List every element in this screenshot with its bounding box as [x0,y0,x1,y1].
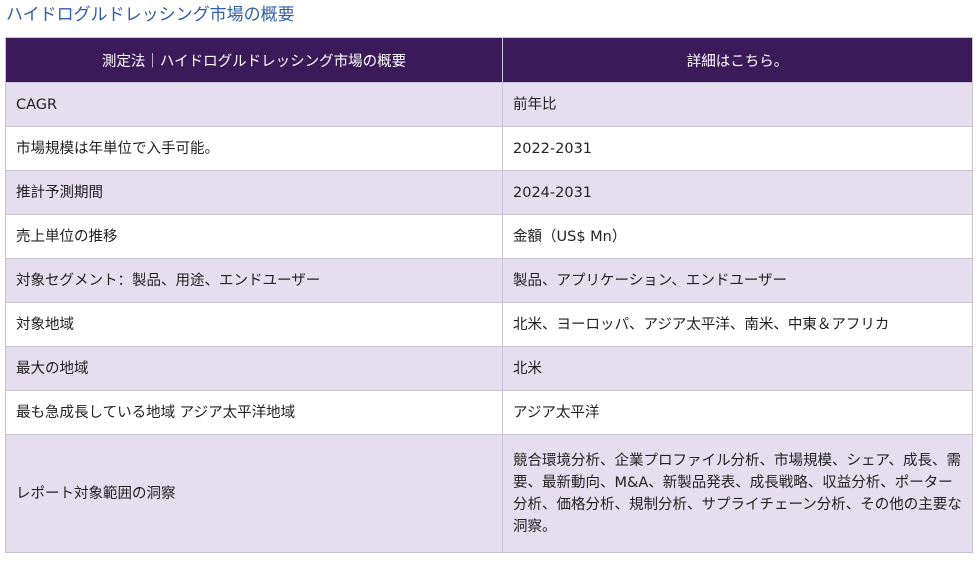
row-value: アジア太平洋 [502,390,973,435]
row-label: CAGR [5,82,503,127]
table-row: レポート対象範囲の洞察 競合環境分析、企業プロファイル分析、市場規模、シェア、成… [5,434,973,553]
row-label: レポート対象範囲の洞察 [5,434,503,553]
header-cell-details: 詳細はこちら。 [502,37,973,83]
table-row: 対象セグメント：製品、用途、エンドユーザー 製品、アプリケーション、エンドユーザ… [5,258,973,303]
row-value: 競合環境分析、企業プロファイル分析、市場規模、シェア、成長、需要、最新動向、M&… [502,434,973,553]
row-label: 推計予測期間 [5,170,503,215]
table-header-row: 測定法｜ハイドログルドレッシング市場の概要 詳細はこちら。 [5,37,973,83]
table-row: CAGR 前年比 [5,82,973,127]
table-row: 最大の地域 北米 [5,346,973,391]
row-value: 2022-2031 [502,126,973,171]
row-value: 金額（US$ Mn） [502,214,973,259]
row-value: 前年比 [502,82,973,127]
table-row: 市場規模は年単位で入手可能。 2022-2031 [5,126,973,171]
row-label: 最大の地域 [5,346,503,391]
row-value: 2024-2031 [502,170,973,215]
table-row: 推計予測期間 2024-2031 [5,170,973,215]
row-label: 売上単位の推移 [5,214,503,259]
market-overview-table: 測定法｜ハイドログルドレッシング市場の概要 詳細はこちら。 CAGR 前年比 市… [5,37,973,553]
row-value: 製品、アプリケーション、エンドユーザー [502,258,973,303]
row-label: 対象地域 [5,302,503,347]
table-row: 対象地域 北米、ヨーロッパ、アジア太平洋、南米、中東＆アフリカ [5,302,973,347]
row-value: 北米 [502,346,973,391]
table-row: 売上単位の推移 金額（US$ Mn） [5,214,973,259]
header-cell-metric: 測定法｜ハイドログルドレッシング市場の概要 [5,37,503,83]
page-title: ハイドログルドレッシング市場の概要 [6,5,295,25]
row-value: 北米、ヨーロッパ、アジア太平洋、南米、中東＆アフリカ [502,302,973,347]
table-row: 最も急成長している地域 アジア太平洋地域 アジア太平洋 [5,390,973,435]
row-label: 対象セグメント：製品、用途、エンドユーザー [5,258,503,303]
row-label: 市場規模は年単位で入手可能。 [5,126,503,171]
row-label: 最も急成長している地域 アジア太平洋地域 [5,390,503,435]
